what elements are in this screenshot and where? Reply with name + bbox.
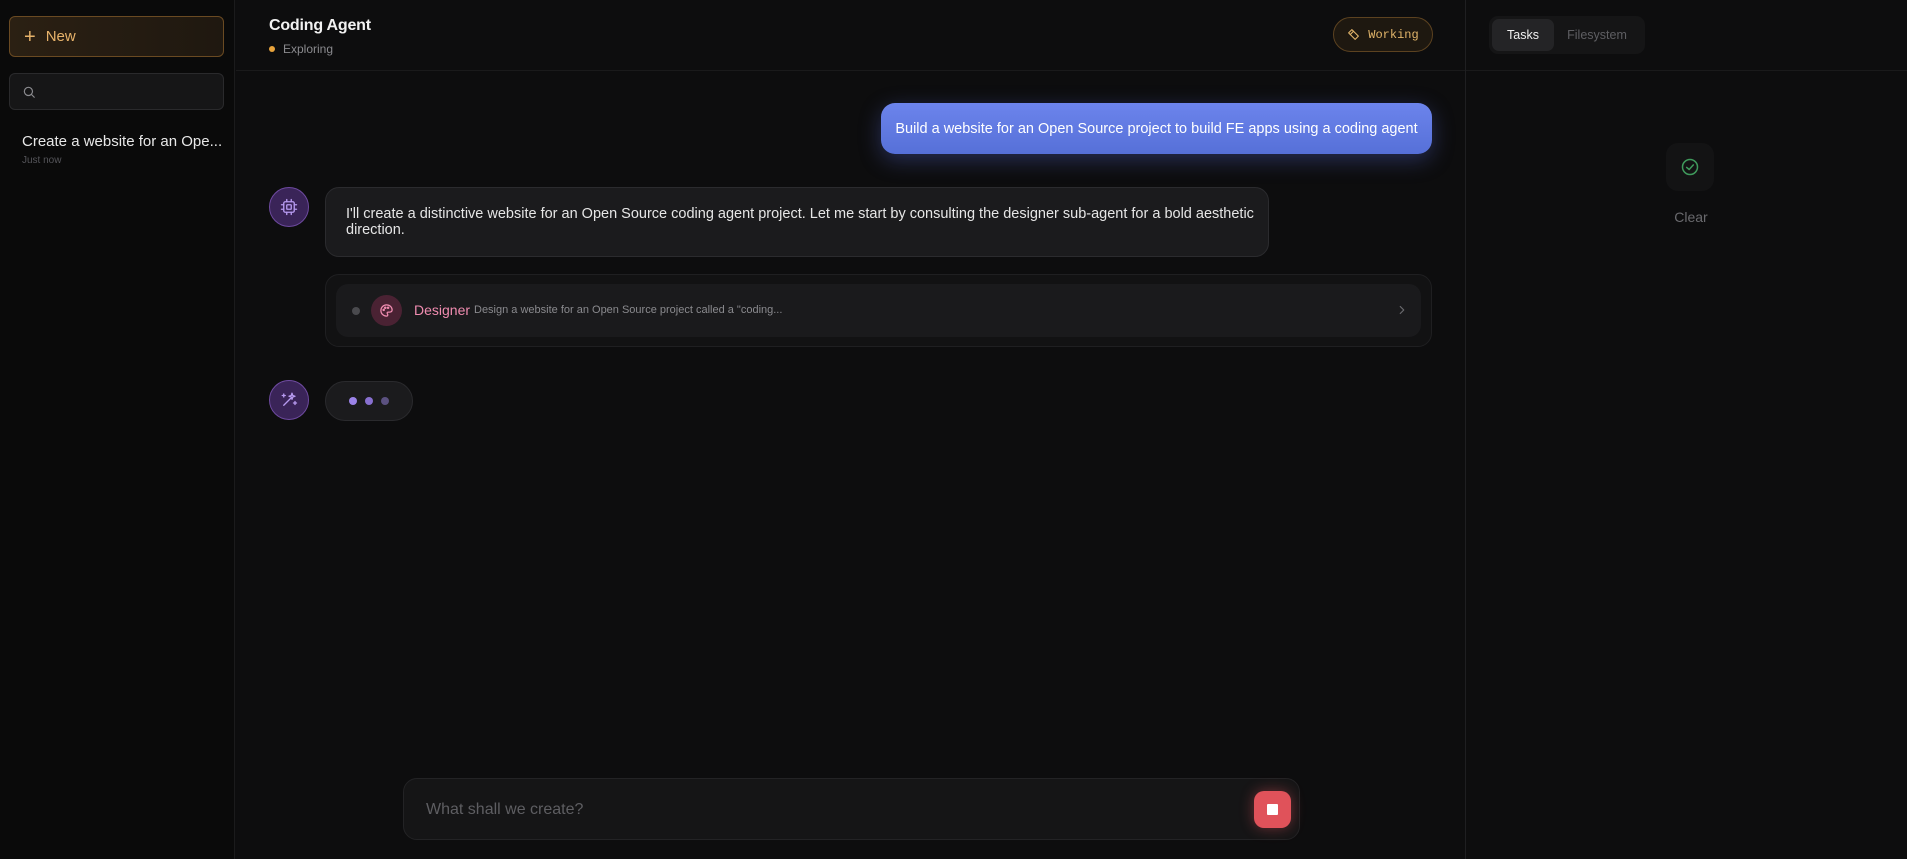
composer bbox=[403, 778, 1300, 840]
chevron-right-icon bbox=[1399, 305, 1405, 315]
status-dot bbox=[269, 46, 275, 52]
status-indicator: Exploring bbox=[269, 42, 333, 56]
conversation-item[interactable]: Create a website for an Ope... Just now bbox=[22, 133, 222, 166]
header: Coding Agent Exploring Working bbox=[236, 0, 1465, 71]
wand-icon bbox=[1348, 29, 1360, 40]
typing-dot bbox=[381, 397, 389, 405]
app-root: + New Create a website for an Ope... Jus… bbox=[0, 0, 1907, 859]
subagent-status-dot bbox=[352, 307, 360, 315]
working-badge[interactable]: Working bbox=[1333, 17, 1433, 52]
new-button-label: New bbox=[45, 28, 76, 45]
new-button[interactable]: + New bbox=[9, 16, 224, 57]
tab-tasks[interactable]: Tasks bbox=[1492, 19, 1554, 51]
agent-avatar bbox=[269, 187, 309, 227]
typing-dot bbox=[349, 397, 357, 405]
right-panel: Tasks Filesystem Clear bbox=[1465, 0, 1907, 859]
conversation-time: Just now bbox=[22, 155, 62, 166]
page-title: Coding Agent bbox=[269, 17, 371, 34]
stop-button[interactable] bbox=[1254, 791, 1291, 828]
typing-dot bbox=[365, 397, 373, 405]
conversation-title: Create a website for an Ope... bbox=[22, 133, 222, 150]
search-input[interactable] bbox=[44, 84, 214, 99]
prompt-input[interactable] bbox=[426, 799, 1206, 821]
right-panel-header: Tasks Filesystem bbox=[1466, 0, 1907, 71]
subagent-container: Designer Design a website for an Open So… bbox=[325, 274, 1432, 347]
subagent-name: Designer bbox=[414, 302, 471, 318]
agent-avatar-typing bbox=[269, 380, 309, 420]
cpu-icon bbox=[280, 198, 298, 216]
stop-icon bbox=[1267, 804, 1278, 815]
status-text: Exploring bbox=[283, 42, 334, 56]
working-badge-label: Working bbox=[1368, 27, 1419, 42]
user-message: Build a website for an Open Source proje… bbox=[881, 103, 1432, 154]
subagent-description: Design a website for an Open Source proj… bbox=[474, 304, 783, 316]
plus-icon: + bbox=[24, 25, 36, 48]
palette-icon bbox=[371, 295, 402, 326]
subagent-card-designer[interactable]: Designer Design a website for an Open So… bbox=[336, 284, 1421, 337]
tasks-empty-label: Clear bbox=[1674, 209, 1708, 225]
search-icon bbox=[23, 86, 35, 98]
typing-indicator bbox=[325, 381, 413, 421]
chat-area: Build a website for an Open Source proje… bbox=[236, 71, 1465, 859]
check-circle-icon bbox=[1666, 143, 1714, 191]
search-box[interactable] bbox=[9, 73, 224, 110]
sidebar: + New Create a website for an Ope... Jus… bbox=[0, 0, 235, 859]
sparkle-wand-icon bbox=[281, 392, 298, 406]
panel-tabs: Tasks Filesystem bbox=[1489, 16, 1645, 54]
tab-filesystem[interactable]: Filesystem bbox=[1554, 19, 1640, 51]
agent-message: I'll create a distinctive website for an… bbox=[325, 187, 1269, 257]
